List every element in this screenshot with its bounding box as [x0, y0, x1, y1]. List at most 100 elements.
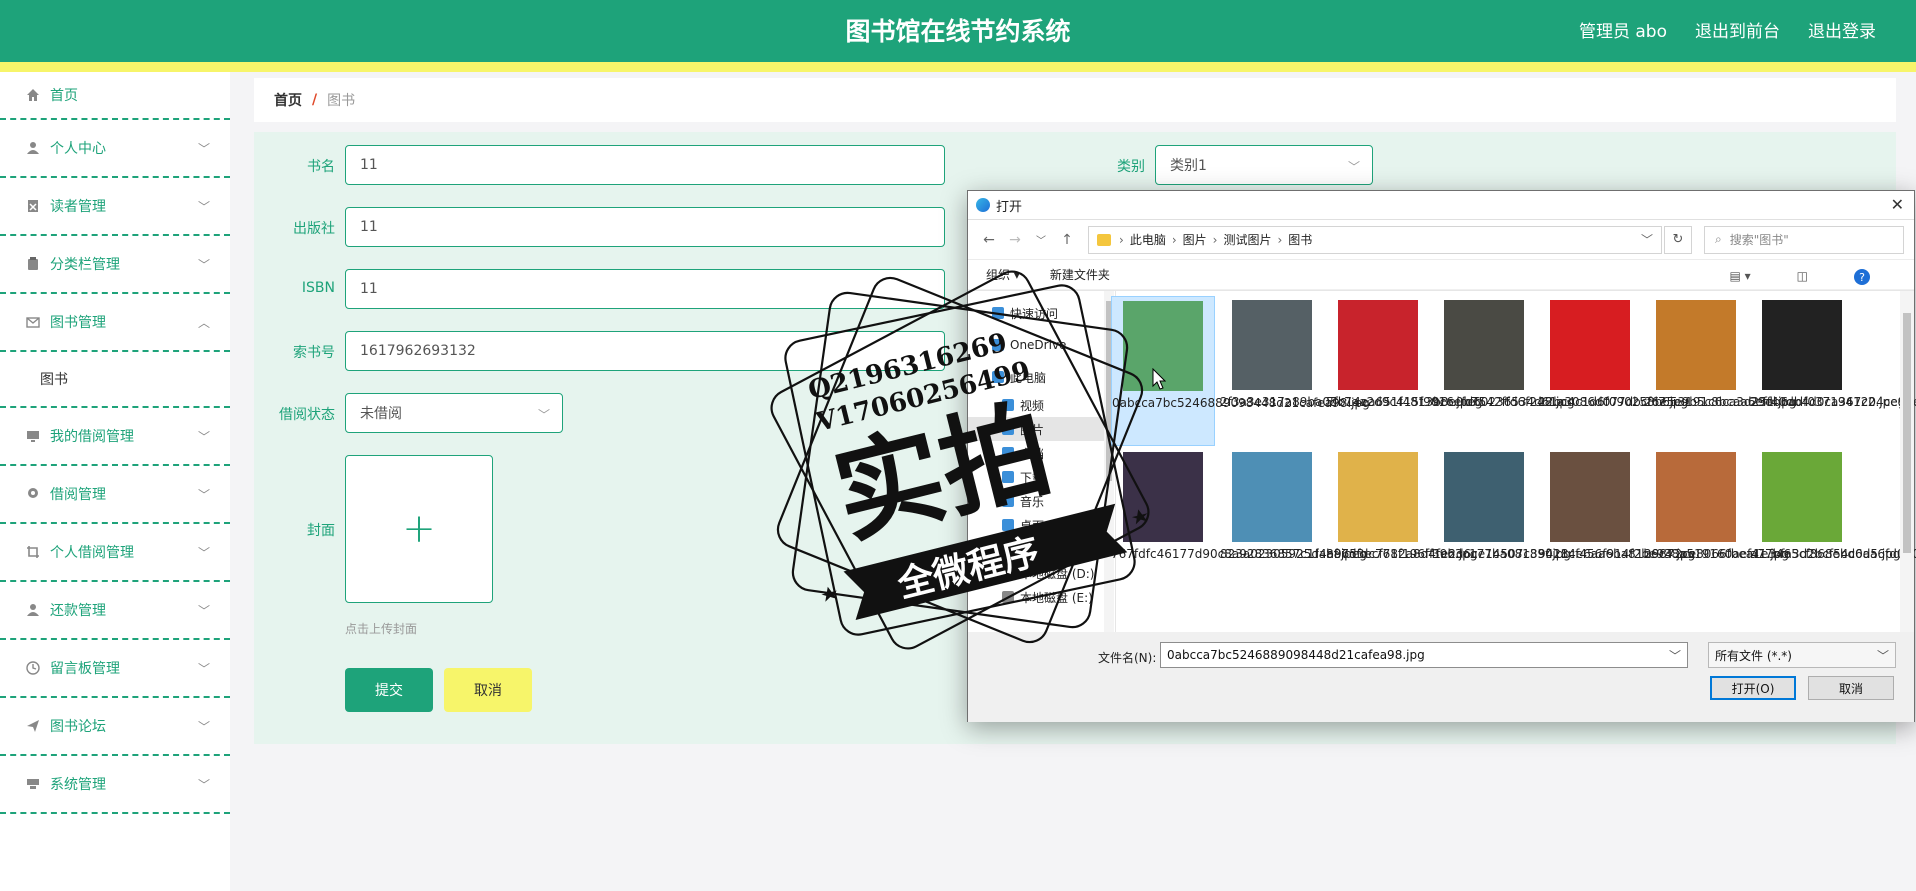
file-item[interactable]: 5fb14ea651f4813b8e0b7542ffd6f248.jpg	[1326, 296, 1575, 446]
tree-item[interactable]: 音乐	[968, 489, 1115, 513]
isbn-input[interactable]: 11	[345, 269, 945, 309]
help-icon[interactable]: ?	[1854, 269, 1870, 285]
sidebar-item-category[interactable]: 分类栏管理 ﹀	[0, 236, 230, 294]
cover-label: 封面	[307, 523, 335, 539]
submit-button[interactable]: 提交	[345, 668, 433, 712]
gauge-icon	[24, 775, 42, 793]
plus-icon: +	[402, 506, 436, 552]
file-item[interactable]: 29872ce8066fbea1e3465cf868ebd0d5.jpg	[1644, 448, 1900, 598]
sidebar-item-my-borrow[interactable]: 我的借阅管理 ﹀	[0, 408, 230, 466]
file-item[interactable]: 22bc4c1d6f090258b653191c6ca3d25e.jpg	[1538, 296, 1797, 446]
sidebar-item-forum[interactable]: 图书论坛 ﹀	[0, 698, 230, 756]
path-segment[interactable]: 图书	[1288, 231, 1312, 248]
file-item[interactable]: 29db6adf0371941204ce9dec908acbaf.jpg	[1750, 296, 1916, 446]
file-thumbnail	[1656, 452, 1736, 542]
file-item[interactable]: 3963c177ba081890114e6aa6ba81b6c4.jpg	[1432, 448, 1695, 598]
header-accent-stripe	[0, 62, 1916, 72]
path-segment[interactable]: 图片	[1183, 231, 1207, 248]
video-icon	[1002, 399, 1014, 411]
chevron-down-icon[interactable]: ﹀	[1669, 647, 1681, 664]
sidebar-item-home[interactable]: 首页	[0, 72, 230, 120]
call-number-label: 索书号	[293, 345, 335, 361]
view-options-icon[interactable]: ▤ ▾	[1729, 269, 1750, 285]
reader-icon	[24, 197, 42, 215]
borrow-status-value: 未借阅	[360, 406, 402, 422]
close-icon[interactable]: ✕	[1891, 195, 1904, 214]
address-bar[interactable]: › 此电脑 › 图片 › 测试图片 › 图书 ﹀	[1088, 225, 1662, 254]
sidebar-subitem-book[interactable]: 图书	[0, 352, 230, 408]
sidebar-item-message-board[interactable]: 留言板管理 ﹀	[0, 640, 230, 698]
tree-item[interactable]: 此电脑	[968, 365, 1115, 389]
sidebar-item-personal-borrow[interactable]: 个人借阅管理 ﹀	[0, 524, 230, 582]
tree-item[interactable]: 视频	[968, 393, 1115, 417]
tree-item[interactable]: 本地磁盘 (E:)	[968, 585, 1115, 609]
logout-link[interactable]: 退出登录	[1808, 17, 1876, 42]
file-thumbnail	[1338, 452, 1418, 542]
path-segment[interactable]: 此电脑	[1130, 231, 1166, 248]
chevron-down-icon[interactable]: ﹀	[1641, 231, 1653, 248]
edge-logo-icon	[976, 198, 990, 212]
dialog-search-input[interactable]: ⌕ 搜索"图书"	[1704, 225, 1904, 254]
path-segment[interactable]: 测试图片	[1223, 231, 1271, 248]
chevron-down-icon: ﹀	[537, 408, 550, 422]
file-item[interactable]: 26e5e9b5c8bcaa6eff40db4d0ca367c2.jpeg	[1644, 296, 1905, 446]
back-arrow-icon[interactable]: ←	[976, 232, 1002, 248]
refresh-icon[interactable]: ↻	[1664, 225, 1692, 254]
file-type-select[interactable]: 所有文件 (*.*) ﹀	[1708, 642, 1896, 668]
sidebar-item-system[interactable]: 系统管理 ﹀	[0, 756, 230, 814]
file-thumbnail	[1550, 300, 1630, 390]
tree-item[interactable]: 本地磁盘 (D:)	[968, 561, 1115, 585]
category-select[interactable]: 类别1 ﹀	[1155, 145, 1373, 185]
sidebar-item-repay[interactable]: 还款管理 ﹀	[0, 582, 230, 640]
file-item[interactable]: 2f3a3e317a89ba05c7aa2d9c415f901c.jpeg	[1220, 296, 1482, 446]
file-item[interactable]: 887dfdc771f196ff1e2d6ce14507c33f.jpg	[1326, 448, 1571, 598]
sidebar-item-label: 个人中心	[50, 141, 106, 157]
organize-button[interactable]: 组织 ▾	[986, 266, 1020, 283]
dialog-cancel-button[interactable]: 取消	[1808, 676, 1894, 700]
category-value: 类别1	[1170, 158, 1207, 174]
tree-item[interactable]: 快速访问	[968, 301, 1115, 325]
recent-dropdown-icon[interactable]: ﹀	[1028, 232, 1054, 247]
folder-icon	[1097, 233, 1111, 246]
new-folder-button[interactable]: 新建文件夹	[1050, 266, 1110, 283]
publisher-input[interactable]: 11	[345, 207, 945, 247]
sidebar-item-books[interactable]: 图书管理 ︿	[0, 294, 230, 352]
sidebar-item-profile[interactable]: 个人中心 ﹀	[0, 120, 230, 178]
tree-item[interactable]: OneDrive	[968, 333, 1115, 357]
preview-pane-icon[interactable]: ◫	[1797, 269, 1808, 285]
computer-icon	[992, 371, 1004, 383]
sidebar-item-label: 留言板管理	[50, 661, 120, 677]
dialog-toolbar: 组织 ▾ 新建文件夹 ▤ ▾ ◫ ?	[968, 259, 1914, 289]
sidebar-item-readers[interactable]: 读者管理 ﹀	[0, 178, 230, 236]
borrow-status-select[interactable]: 未借阅 ﹀	[345, 393, 563, 433]
tree-item[interactable]: 下载	[968, 465, 1115, 489]
tree-item[interactable]: 桌面	[968, 513, 1115, 537]
file-grid-scrollbar[interactable]	[1900, 291, 1914, 633]
file-item[interactable]: a77bfa3d2bcf54c6aa6fd060475f8ba0.jpg	[1750, 448, 1916, 598]
breadcrumb-home[interactable]: 首页	[274, 90, 302, 110]
tree-item[interactable]: 本地磁盘 (C:)	[968, 537, 1115, 561]
cover-upload[interactable]: +	[345, 455, 493, 603]
tree-item[interactable]: 图片	[968, 417, 1115, 441]
file-item[interactable]: 823a02305925d4a9653ecf682a8d4feb.jpg	[1220, 448, 1477, 598]
sidebar-item-borrow[interactable]: 借阅管理 ﹀	[0, 466, 230, 524]
open-button[interactable]: 打开(O)	[1710, 676, 1796, 700]
back-front-link[interactable]: 退出到前台	[1695, 17, 1780, 42]
filename-input[interactable]: 0abcca7bc5246889098448d21cafea98.jpg ﹀	[1160, 642, 1688, 668]
forward-arrow-icon[interactable]: →	[1002, 232, 1028, 248]
sidebar-item-label: 还款管理	[50, 603, 106, 619]
call-number-input[interactable]: 1617962693132	[345, 331, 945, 371]
tree-item[interactable]: 文档	[968, 441, 1115, 465]
up-arrow-icon[interactable]: ↑	[1054, 232, 1080, 248]
file-item[interactable]: 767fdfc46177d90c8a92836857c1fabf.jpeg	[1111, 448, 1367, 598]
sidebar-item-label: 个人借阅管理	[50, 545, 134, 561]
file-open-dialog: 打开 ✕ ← → ﹀ ↑ › 此电脑 › 图片 › 测试图片 › 图书 ﹀ ↻ …	[967, 190, 1916, 722]
drive-icon	[1002, 543, 1014, 555]
chevron-down-icon: ﹀	[197, 778, 210, 792]
file-item[interactable]: 9c6efd60236534d61a3086d077dbcfc7.jpg	[1432, 296, 1688, 446]
file-item[interactable]: 9428cf456f914f2be938a519160aef41.jpg	[1538, 448, 1789, 598]
top-bar: 图书馆在线节约系统 管理员 abo 退出到前台 退出登录	[0, 0, 1916, 62]
book-name-input[interactable]: 11	[345, 145, 945, 185]
cancel-button[interactable]: 取消	[444, 668, 532, 712]
chevron-down-icon: ﹀	[1876, 648, 1889, 663]
